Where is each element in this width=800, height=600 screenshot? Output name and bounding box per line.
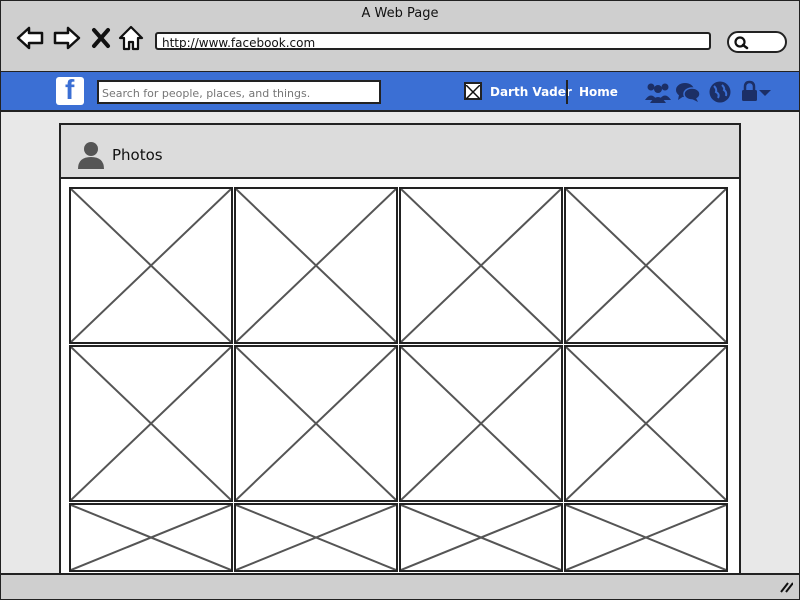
image-placeholder-icon [566,347,726,500]
photo-thumbnail[interactable] [234,187,398,344]
image-placeholder-icon [566,505,726,570]
photo-thumbnail[interactable] [234,345,398,502]
home-icon [118,25,144,51]
home-button[interactable] [117,25,145,51]
stop-button[interactable] [90,25,112,51]
facebook-logo[interactable]: f [56,74,84,105]
photos-panel: Photos [59,123,741,583]
friends-icon[interactable] [645,80,671,108]
image-placeholder-icon [236,347,396,500]
panel-header: Photos [61,125,739,179]
close-icon [92,28,110,48]
facebook-search-input[interactable] [102,84,372,103]
image-placeholder-icon [236,189,396,342]
resize-handle-icon[interactable] [779,581,793,593]
image-placeholder-icon [71,189,231,342]
person-icon [78,142,104,169]
photo-thumbnail[interactable] [399,345,563,502]
image-placeholder-icon [236,505,396,570]
chevron-down-icon [759,90,771,96]
photo-thumbnail[interactable] [564,503,728,572]
url-field[interactable]: http://www.facebook.com [155,32,711,50]
image-placeholder-icon [401,505,561,570]
arrow-left-icon [16,26,44,50]
image-placeholder-icon [566,189,726,342]
arrow-right-icon [53,26,81,50]
facebook-search-box[interactable] [97,80,381,104]
status-bar [1,573,799,599]
avatar[interactable] [464,82,482,100]
page-title: Photos [112,146,163,164]
image-placeholder-icon [465,84,481,100]
photo-thumbnail[interactable] [564,345,728,502]
lock-icon[interactable] [740,80,774,108]
facebook-logo-letter: f [65,74,75,105]
image-placeholder-icon [71,347,231,500]
photo-thumbnail[interactable] [564,187,728,344]
photo-thumbnail[interactable] [69,503,233,572]
photo-thumbnail[interactable] [69,187,233,344]
photo-thumbnail[interactable] [399,503,563,572]
browser-search-button[interactable] [727,31,787,53]
messages-icon[interactable] [675,80,701,108]
forward-button[interactable] [52,25,82,51]
back-button[interactable] [15,25,45,51]
home-link[interactable]: Home [579,85,618,99]
browser-window: A Web Page http://www.facebook.com f Sea… [0,0,800,600]
photo-thumbnail[interactable] [399,187,563,344]
globe-icon[interactable] [708,80,732,108]
photo-thumbnail[interactable] [234,503,398,572]
photo-thumbnail[interactable] [69,345,233,502]
image-placeholder-icon [401,347,561,500]
facebook-top-bar: f Darth Vader Home [1,72,799,112]
browser-chrome: A Web Page http://www.facebook.com [1,1,799,73]
nav-divider [566,80,568,104]
search-icon [734,36,749,50]
user-name-link[interactable]: Darth Vader [490,85,572,99]
window-title: A Web Page [361,6,439,21]
image-placeholder-icon [401,189,561,342]
image-placeholder-icon [71,505,231,570]
